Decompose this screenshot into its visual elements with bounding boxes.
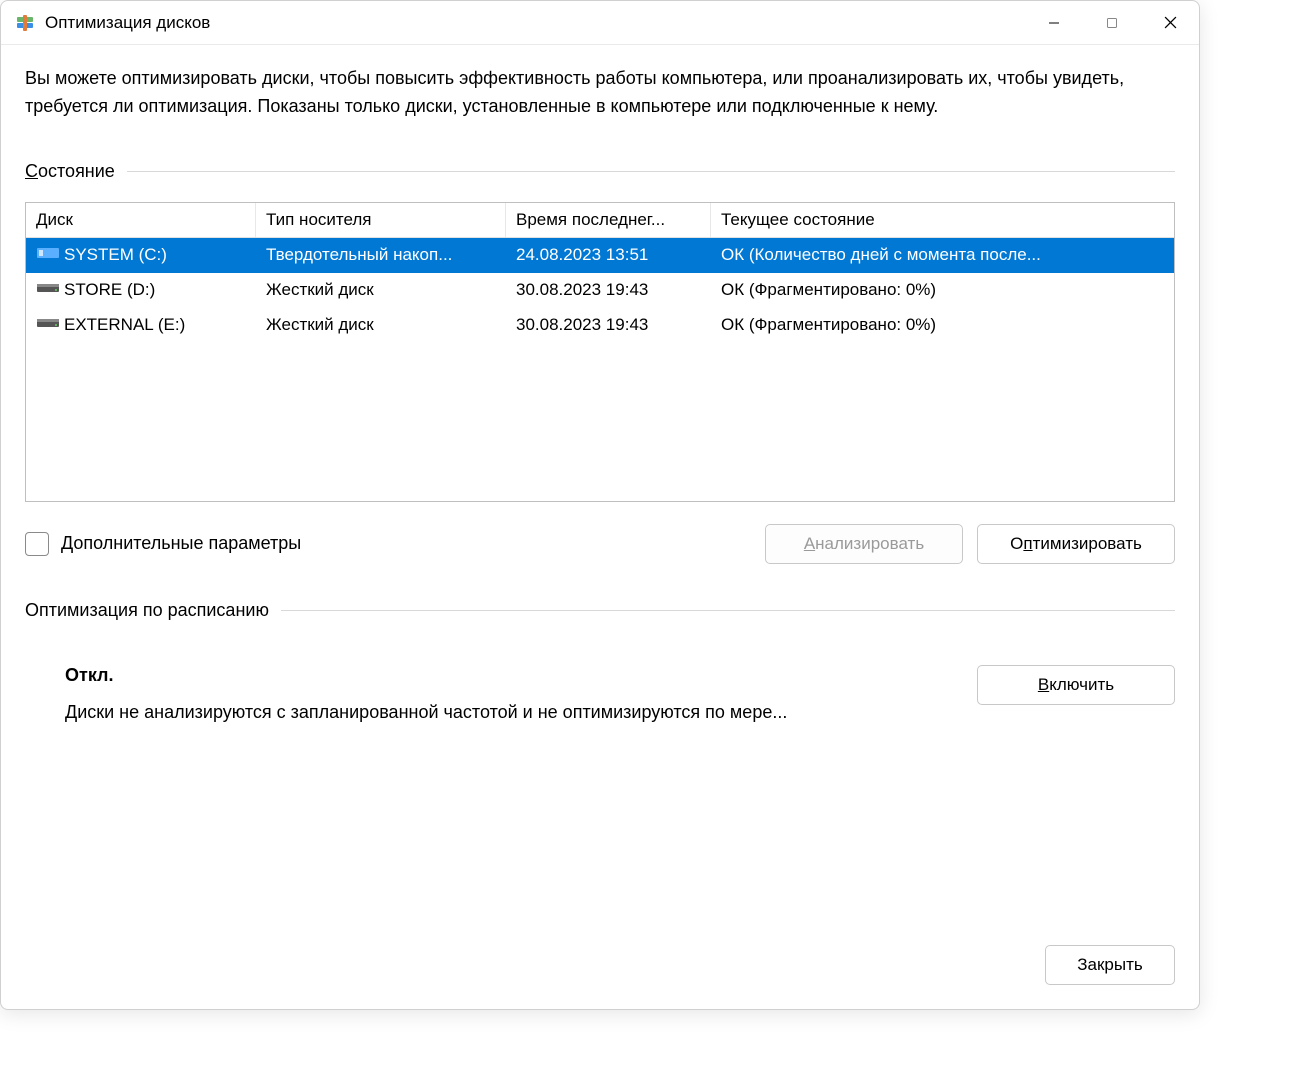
window-title: Оптимизация дисков <box>45 13 1025 33</box>
column-header-time[interactable]: Время последнег... <box>506 203 711 237</box>
enable-schedule-button[interactable]: Включить <box>977 665 1175 705</box>
heading-divider <box>281 610 1175 611</box>
close-button[interactable] <box>1141 1 1199 44</box>
analyze-button[interactable]: Анализировать <box>765 524 963 564</box>
time-cell: 30.08.2023 19:43 <box>506 315 711 335</box>
optimize-drives-window: Оптимизация дисков Вы можете оптимизиров… <box>0 0 1200 1010</box>
disk-name: SYSTEM (C:) <box>64 245 167 265</box>
advanced-checkbox-label: Дополнительные параметры <box>61 533 301 554</box>
schedule-heading-text: Оптимизация по расписанию <box>25 600 269 621</box>
content-area: Вы можете оптимизировать диски, чтобы по… <box>1 45 1199 925</box>
table-row[interactable]: EXTERNAL (E:) Жесткий диск30.08.2023 19:4… <box>26 308 1174 343</box>
ssd-drive-icon <box>36 245 60 266</box>
media-cell: Жесткий диск <box>256 280 506 300</box>
status-heading: Состояние <box>25 161 1175 182</box>
footer: Закрыть <box>1 925 1199 1009</box>
hdd-drive-icon <box>36 280 60 301</box>
description-text: Вы можете оптимизировать диски, чтобы по… <box>25 65 1175 121</box>
media-cell: Твердотельный накоп... <box>256 245 506 265</box>
controls-row: Дополнительные параметры Анализировать О… <box>25 524 1175 564</box>
close-dialog-button[interactable]: Закрыть <box>1045 945 1175 985</box>
column-header-media[interactable]: Тип носителя <box>256 203 506 237</box>
titlebar: Оптимизация дисков <box>1 1 1199 45</box>
status-cell: ОК (Фрагментировано: 0%) <box>711 315 1174 335</box>
minimize-button[interactable] <box>1025 1 1083 44</box>
disk-cell: EXTERNAL (E:) <box>26 315 256 336</box>
time-cell: 24.08.2023 13:51 <box>506 245 711 265</box>
hdd-drive-icon <box>36 315 60 336</box>
schedule-status: Откл. <box>65 665 977 686</box>
table-header: Диск Тип носителя Время последнег... Тек… <box>26 203 1174 238</box>
window-controls <box>1025 1 1199 44</box>
media-cell: Жесткий диск <box>256 315 506 335</box>
action-buttons: Анализировать Оптимизировать <box>765 524 1175 564</box>
time-cell: 30.08.2023 19:43 <box>506 280 711 300</box>
disk-name: STORE (D:) <box>64 280 155 300</box>
advanced-checkbox[interactable] <box>25 532 49 556</box>
schedule-description: Диски не анализируются с запланированной… <box>65 702 977 723</box>
maximize-button[interactable] <box>1083 1 1141 44</box>
status-cell: ОК (Фрагментировано: 0%) <box>711 280 1174 300</box>
heading-divider <box>127 171 1175 172</box>
app-icon <box>15 13 35 33</box>
status-cell: ОК (Количество дней с момента после... <box>711 245 1174 265</box>
schedule-section: Откл. Диски не анализируются с запланиро… <box>25 665 1175 723</box>
table-body: SYSTEM (C:) Твердотельный накоп...24.08.2… <box>26 238 1174 343</box>
schedule-heading: Оптимизация по расписанию <box>25 600 1175 621</box>
drives-table: Диск Тип носителя Время последнег... Тек… <box>25 202 1175 502</box>
column-header-disk[interactable]: Диск <box>26 203 256 237</box>
status-heading-text: Состояние <box>25 161 115 182</box>
disk-cell: SYSTEM (C:) <box>26 245 256 266</box>
disk-cell: STORE (D:) <box>26 280 256 301</box>
advanced-checkbox-group[interactable]: Дополнительные параметры <box>25 532 301 556</box>
table-row[interactable]: STORE (D:) Жесткий диск30.08.2023 19:43ОК… <box>26 273 1174 308</box>
table-row[interactable]: SYSTEM (C:) Твердотельный накоп...24.08.2… <box>26 238 1174 273</box>
optimize-button[interactable]: Оптимизировать <box>977 524 1175 564</box>
column-header-status[interactable]: Текущее состояние <box>711 203 1174 237</box>
disk-name: EXTERNAL (E:) <box>64 315 185 335</box>
